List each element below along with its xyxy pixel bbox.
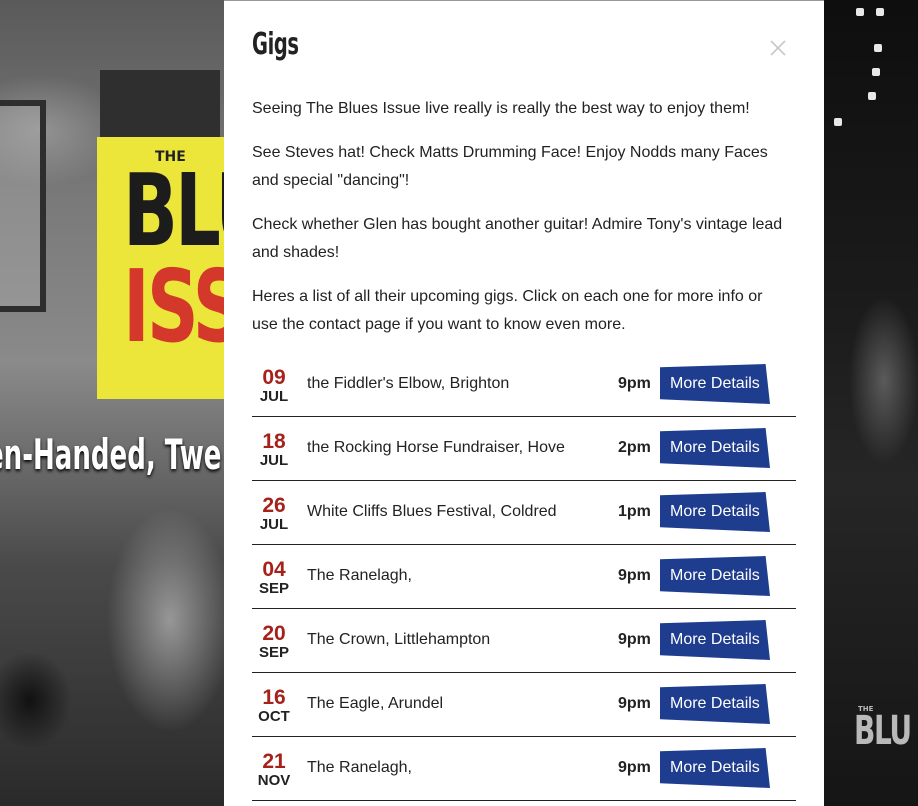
- gig-time: 9pm: [618, 759, 651, 776]
- background-window: [0, 100, 46, 312]
- gig-month: SEP: [258, 580, 289, 597]
- stage-light: [876, 8, 884, 16]
- intro-paragraph: Heres a list of all their upcoming gigs.…: [252, 288, 763, 333]
- gig-row[interactable]: 09 JUL the Fiddler's Elbow, Brighton 9pm…: [252, 353, 796, 417]
- stage-light: [834, 118, 842, 126]
- stage-light: [856, 8, 864, 16]
- gig-date: 20 SEP: [252, 623, 296, 660]
- gig-venue: the Rocking Horse Fundraiser, Hove: [307, 439, 565, 456]
- modal-title: Gigs: [252, 27, 299, 62]
- gig-date: 18 JUL: [252, 431, 296, 468]
- more-details-button[interactable]: More Details: [660, 684, 770, 724]
- gig-venue: The Eagle, Arundel: [307, 695, 444, 712]
- gig-time: 9pm: [618, 567, 651, 584]
- poster-word-top: BLU: [123, 152, 225, 269]
- gig-day: 18: [262, 430, 286, 453]
- gig-day: 20: [262, 622, 286, 645]
- more-details-button[interactable]: More Details: [660, 428, 770, 468]
- more-details-button[interactable]: More Details: [660, 748, 770, 788]
- mini-band-logo: THE BLU: [854, 705, 918, 785]
- gig-month: OCT: [258, 708, 290, 725]
- band-poster: THE BLU ISS: [97, 137, 225, 399]
- background-right-panel: THE BLU: [824, 0, 918, 806]
- gig-row[interactable]: 20 SEP The Crown, Littlehampton 9pm More…: [252, 609, 796, 673]
- gig-time: 9pm: [618, 631, 651, 648]
- poster-word-bottom: ISS: [123, 248, 225, 365]
- stage-light: [872, 68, 880, 76]
- gig-venue: White Cliffs Blues Festival, Coldred: [307, 503, 557, 520]
- gig-date: 09 JUL: [252, 367, 296, 404]
- gig-day: 21: [262, 750, 286, 773]
- gig-list: 09 JUL the Fiddler's Elbow, Brighton 9pm…: [252, 353, 796, 801]
- gig-venue: The Ranelagh,: [307, 759, 412, 776]
- gig-day: 04: [262, 558, 286, 581]
- more-details-button[interactable]: More Details: [660, 556, 770, 596]
- more-details-button[interactable]: More Details: [660, 364, 770, 404]
- intro-paragraph: Seeing The Blues Issue live really is re…: [252, 100, 750, 117]
- more-details-button[interactable]: More Details: [660, 492, 770, 532]
- hero-tagline-line1: en-Handed, Twe: [0, 430, 222, 479]
- gig-month: SEP: [258, 644, 289, 661]
- gig-row[interactable]: 18 JUL the Rocking Horse Fundraiser, Hov…: [252, 417, 796, 481]
- gig-month: JUL: [259, 516, 289, 533]
- gig-venue: The Crown, Littlehampton: [307, 631, 491, 648]
- gig-row[interactable]: 26 JUL White Cliffs Blues Festival, Cold…: [252, 481, 796, 545]
- gig-time: 9pm: [618, 375, 651, 392]
- gig-time: 1pm: [618, 503, 651, 520]
- stage-light: [868, 92, 876, 100]
- stage-light: [874, 44, 882, 52]
- gig-date: 04 SEP: [252, 559, 296, 596]
- gig-venue: the Fiddler's Elbow, Brighton: [307, 375, 510, 392]
- gig-date: 16 OCT: [252, 687, 296, 724]
- background-window: [100, 70, 220, 140]
- intro-paragraph: Check whether Glen has bought another gu…: [252, 216, 783, 261]
- gig-date: 21 NOV: [252, 751, 296, 788]
- gig-date: 26 JUL: [252, 495, 296, 532]
- intro-text: Seeing The Blues Issue live really is re…: [252, 95, 792, 355]
- gig-day: 09: [262, 366, 286, 389]
- gig-day: 16: [262, 686, 286, 709]
- gig-day: 26: [262, 494, 286, 517]
- gig-row[interactable]: 21 NOV The Ranelagh, 9pm More Details: [252, 737, 796, 801]
- gig-venue: The Ranelagh,: [307, 567, 412, 584]
- gig-month: JUL: [259, 388, 289, 405]
- gig-month: JUL: [259, 452, 289, 469]
- gigs-modal: Gigs Seeing The Blues Issue live really …: [224, 0, 824, 806]
- gig-month: NOV: [257, 772, 291, 789]
- intro-paragraph: See Steves hat! Check Matts Drumming Fac…: [252, 144, 768, 189]
- background-left-panel: THE BLU ISS en-Handed, Twe: [0, 0, 225, 806]
- gig-time: 9pm: [618, 695, 651, 712]
- mini-logo-word: BLU: [854, 708, 912, 754]
- gig-row[interactable]: 04 SEP The Ranelagh, 9pm More Details: [252, 545, 796, 609]
- close-icon[interactable]: [769, 39, 787, 57]
- more-details-button[interactable]: More Details: [660, 620, 770, 660]
- gig-time: 2pm: [618, 439, 651, 456]
- gig-row[interactable]: 16 OCT The Eagle, Arundel 9pm More Detai…: [252, 673, 796, 737]
